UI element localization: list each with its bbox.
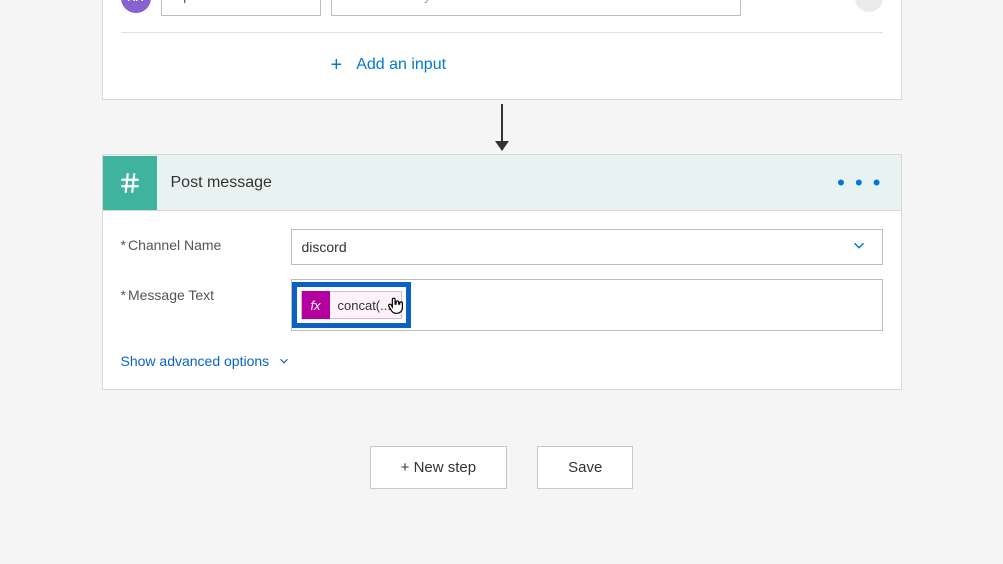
- channel-name-value: discord: [302, 239, 347, 255]
- chevron-down-icon: [850, 237, 868, 258]
- expression-token-text: concat(...: [338, 298, 391, 313]
- expression-highlight: fx concat(...: [292, 282, 411, 328]
- avatar: AA: [121, 0, 151, 13]
- add-input-button[interactable]: + Add an input: [121, 33, 883, 81]
- expression-token[interactable]: fx concat(...: [301, 291, 402, 319]
- action-menu-button[interactable]: • • •: [837, 170, 882, 196]
- plus-icon: +: [331, 55, 343, 75]
- trigger-card: AA Inputs Please enter your email + Add …: [102, 0, 902, 100]
- flow-arrow-connector: [501, 104, 503, 150]
- message-text-input[interactable]: fx concat(...: [291, 279, 883, 331]
- input-description-field[interactable]: Please enter your email: [331, 0, 741, 16]
- chevron-down-icon: [277, 354, 291, 368]
- action-card: Post message • • • *Channel Name discord: [102, 154, 902, 390]
- fx-icon: fx: [302, 291, 330, 319]
- channel-name-dropdown[interactable]: discord: [291, 229, 883, 265]
- message-text-row: *Message Text fx concat(...: [121, 279, 883, 331]
- add-input-label: Add an input: [356, 56, 446, 74]
- save-button[interactable]: Save: [537, 446, 633, 489]
- channel-name-label: *Channel Name: [121, 229, 291, 253]
- show-advanced-label: Show advanced options: [121, 353, 270, 369]
- show-advanced-options[interactable]: Show advanced options: [121, 353, 292, 369]
- action-title: Post message: [171, 174, 272, 192]
- new-step-button[interactable]: + New step: [370, 446, 507, 489]
- message-text-label: *Message Text: [121, 279, 291, 303]
- channel-name-row: *Channel Name discord: [121, 229, 883, 265]
- action-header[interactable]: Post message • • •: [103, 155, 901, 211]
- footer-buttons: + New step Save: [370, 446, 634, 489]
- input-name-field[interactable]: Inputs: [161, 0, 321, 16]
- hash-icon: [103, 156, 157, 210]
- delete-input-button[interactable]: [855, 0, 883, 12]
- trigger-input-row: AA Inputs Please enter your email: [121, 0, 883, 33]
